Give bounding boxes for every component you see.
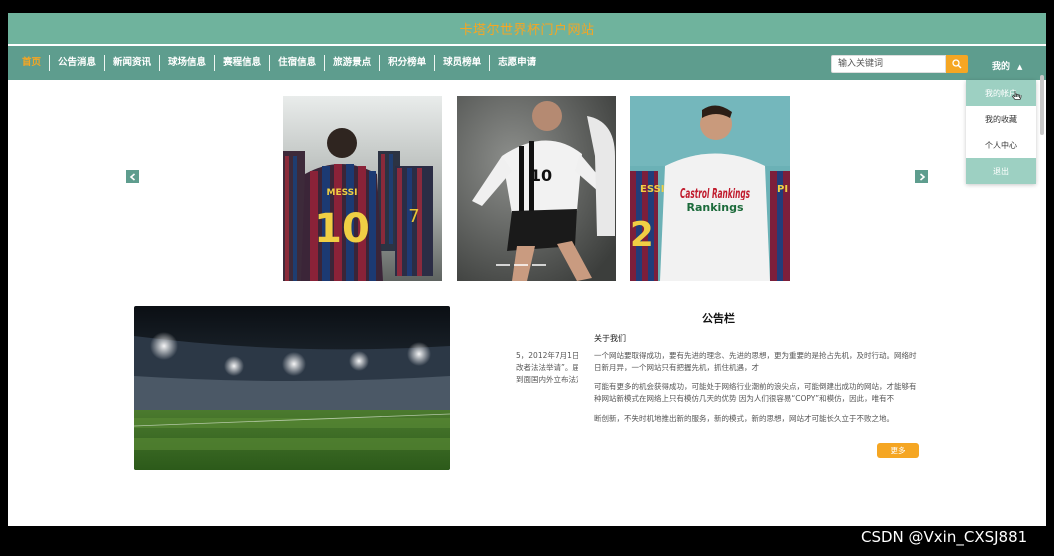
- jersey-number-text: 10: [530, 166, 552, 185]
- svg-text:2: 2: [630, 215, 654, 255]
- nav-item-players[interactable]: 球员榜单: [435, 55, 491, 71]
- stadium-image: [134, 306, 450, 470]
- hand-cursor-icon: [1012, 91, 1022, 100]
- nav-item-announcements[interactable]: 公告消息: [50, 55, 106, 71]
- carousel-dot-2[interactable]: [514, 264, 528, 266]
- watermark: CSDN @Vxin_CXSJ881: [861, 528, 1028, 546]
- svg-text:PI: PI: [777, 184, 788, 195]
- nav-item-accommodation[interactable]: 住宿信息: [270, 55, 326, 71]
- nav-item-stadiums[interactable]: 球场信息: [160, 55, 216, 71]
- carousel-slide-2[interactable]: 10: [457, 96, 616, 281]
- chevron-right-icon: [919, 172, 925, 181]
- browser-viewport: 卡塔尔世界杯门户网站 首页 公告消息 新闻资讯 球场信息 赛程信息 住宿信息 旅…: [8, 13, 1046, 526]
- caret-up-icon: ▲: [1017, 63, 1023, 71]
- carousel-slide-1[interactable]: 7 MESSI 10: [283, 96, 442, 281]
- jersey-name-text: MESSI: [326, 188, 357, 198]
- carousel-dot-3[interactable]: [532, 264, 546, 266]
- page-scrollbar[interactable]: [1040, 75, 1044, 135]
- scrolling-notice-fragment-1: 5，2012年7月1日: [516, 351, 578, 360]
- about-us-heading: 关于我们: [594, 334, 626, 343]
- search-bar: [831, 55, 968, 73]
- scrolling-notice-fragment-2: 改者法法举请”。届: [516, 363, 578, 372]
- search-button[interactable]: [946, 55, 968, 73]
- dropdown-logout[interactable]: 退出: [966, 158, 1036, 184]
- dropdown-my-favorites[interactable]: 我的收藏: [966, 106, 1036, 132]
- carousel-indicators: [496, 264, 546, 266]
- user-dropdown: 我的帐户 我的收藏 个人中心 退出: [966, 80, 1036, 184]
- carousel-prev-button[interactable]: [126, 170, 139, 183]
- nav-item-standings[interactable]: 积分榜单: [380, 55, 436, 71]
- about-text-line-5: 断创新，不失时机地推出新的服务，新的模式，新的思想，网站才可能长久立于不败之地。: [594, 414, 894, 423]
- dropdown-my-account[interactable]: 我的帐户: [966, 80, 1036, 106]
- more-button[interactable]: 更多: [877, 443, 919, 458]
- shirt-sponsor-text: Castrol Rankings: [680, 187, 750, 202]
- user-menu-toggle[interactable]: 我的 ▲: [992, 59, 1022, 72]
- nav-item-schedule[interactable]: 赛程信息: [215, 55, 271, 71]
- search-icon: [952, 59, 962, 69]
- nav-item-volunteer[interactable]: 志愿申请: [490, 55, 544, 71]
- notice-board-title: 公告栏: [702, 312, 735, 325]
- nav-item-attractions[interactable]: 旅游景点: [325, 55, 381, 71]
- site-title: 卡塔尔世界杯门户网站: [459, 23, 595, 38]
- about-text-line-3: 可能有更多的机会获得成功，可能处于网络行业潮前的浪尖点，可能倒建出成功的网站，才…: [594, 382, 917, 391]
- svg-text:ESSI: ESSI: [640, 184, 665, 195]
- scrolling-notice-fragment-3: 到面国内外立布法定: [516, 375, 578, 384]
- dropdown-personal-center[interactable]: 个人中心: [966, 132, 1036, 158]
- carousel-dot-1[interactable]: [496, 264, 510, 266]
- svg-text:Rankings: Rankings: [686, 201, 744, 214]
- jersey-number-text: 10: [314, 206, 370, 252]
- stadium-photo: [134, 306, 450, 470]
- nav-item-news[interactable]: 新闻资讯: [105, 55, 161, 71]
- chevron-left-icon: [129, 172, 135, 181]
- player-shirt-photo: ESSI 2 PI Castrol Rankings Rankings: [630, 96, 790, 281]
- nav-item-home[interactable]: 首页: [14, 55, 51, 71]
- carousel-next-button[interactable]: [915, 170, 928, 183]
- about-text-line-2: 日新月异，一个网站只有把握先机，抓住机遇，才: [594, 363, 759, 372]
- main-nav: 首页 公告消息 新闻资讯 球场信息 赛程信息 住宿信息 旅游景点 积分榜单 球员…: [8, 46, 1046, 80]
- about-text-line-1: 一个网站要取得成功，要有先进的理念、先进的思想，更为重要的是抢占先机，及时行动。…: [594, 351, 917, 360]
- site-header: 卡塔尔世界杯门户网站: [8, 13, 1046, 44]
- search-input[interactable]: [831, 55, 946, 73]
- player-running-photo: 10: [457, 96, 616, 281]
- carousel-slide-3[interactable]: ESSI 2 PI Castrol Rankings Rankings: [630, 96, 790, 281]
- players-back-photo: 7 MESSI 10: [283, 96, 442, 281]
- about-text-line-4: 种网站新模式在网络上只有模仿几天的优势 因为人们很容易“COPY”和模仿，因此，…: [594, 394, 895, 403]
- svg-text:7: 7: [408, 206, 419, 227]
- user-menu-label: 我的: [992, 62, 1011, 72]
